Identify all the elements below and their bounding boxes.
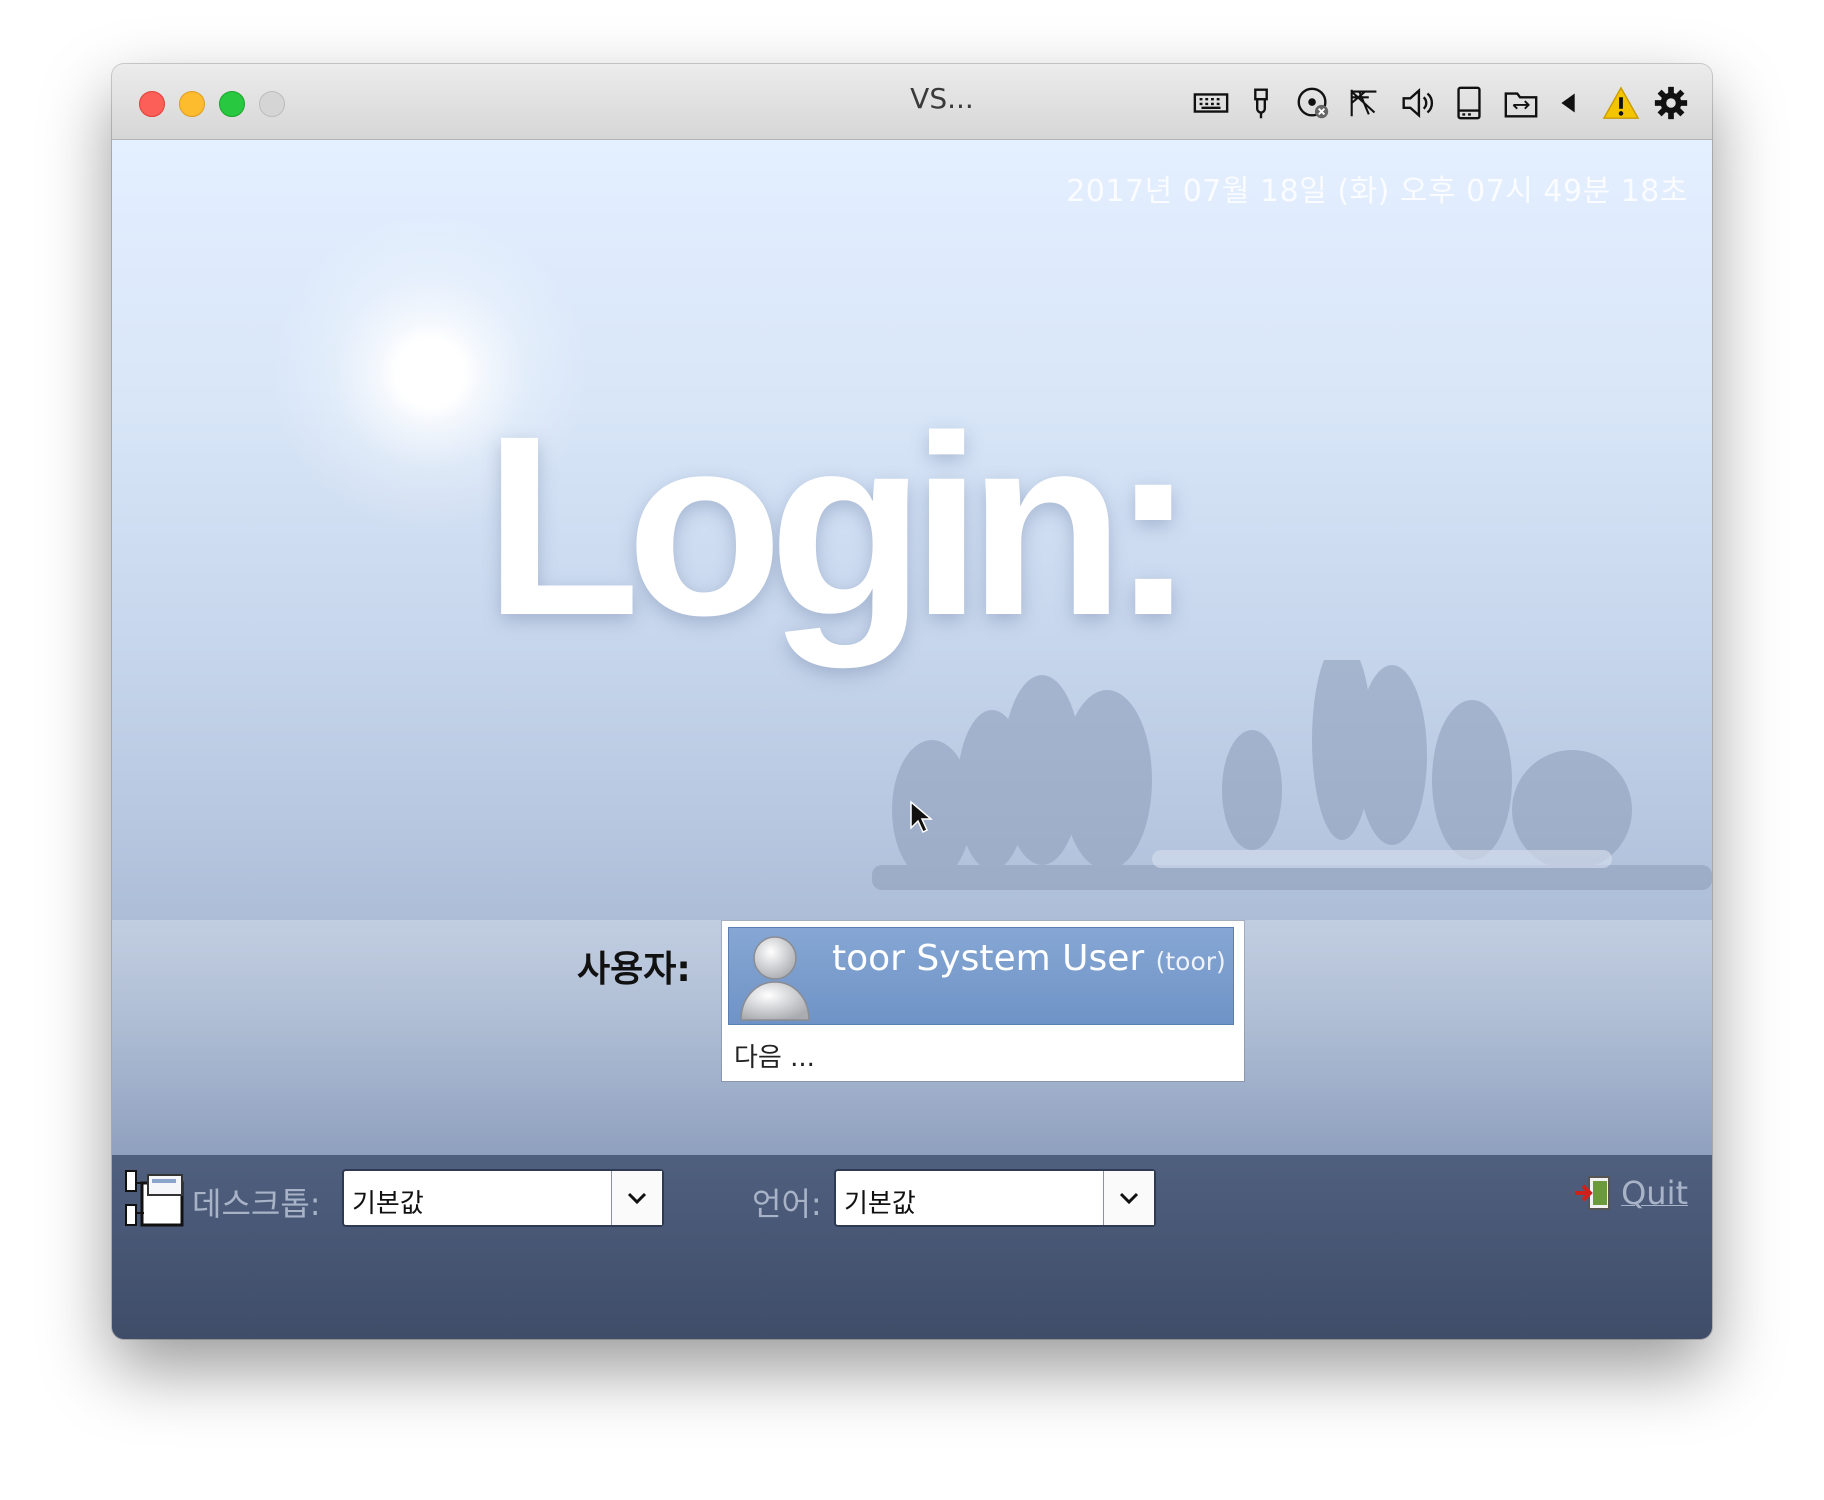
storage-icon[interactable] (1448, 82, 1490, 124)
quit-button[interactable]: Quit (1573, 1173, 1688, 1213)
minimize-button[interactable] (179, 91, 205, 117)
settings-icon[interactable] (1650, 82, 1692, 124)
user-display-name: toor System User (toor) (832, 938, 1226, 979)
user-list[interactable]: toor System User (toor) 다음 ... (722, 921, 1244, 1081)
window-title: VS... (910, 82, 974, 115)
language-select[interactable]: 기본값 (834, 1169, 1156, 1227)
fullscreen-button (259, 91, 285, 117)
optical-disc-icon[interactable] (1292, 82, 1334, 124)
network-icon[interactable] (1344, 82, 1386, 124)
titlebar[interactable]: VS... (112, 64, 1712, 140)
user-label: 사용자: (577, 949, 691, 990)
desktop-session-icon (125, 1170, 184, 1227)
desktop-label: 데스크톱: (192, 1185, 321, 1223)
user-display-name-text: toor System User (832, 938, 1145, 979)
chevron-down-icon (627, 1192, 647, 1205)
vm-window: VS... 2017년 07월 18일 (화) 오후 07시 49분 18초 L… (112, 64, 1712, 1339)
language-dropdown-button[interactable] (1103, 1171, 1154, 1225)
login-screen: 2017년 07월 18일 (화) 오후 07시 49분 18초 Login: … (112, 140, 1712, 1339)
language-select-value: 기본값 (844, 1189, 916, 1219)
shared-folder-icon[interactable] (1500, 82, 1542, 124)
clock-text: 2017년 07월 18일 (화) 오후 07시 49분 18초 (1066, 174, 1688, 209)
arrow-left-icon[interactable] (1548, 82, 1590, 124)
audio-icon[interactable] (1396, 82, 1438, 124)
desktop-select[interactable]: 기본값 (342, 1169, 664, 1227)
user-row-toor[interactable]: toor System User (toor) (728, 927, 1234, 1025)
usb-icon[interactable] (1240, 82, 1282, 124)
zoom-button[interactable] (219, 91, 245, 117)
desktop-dropdown-button[interactable] (611, 1171, 662, 1225)
language-label: 언어: (752, 1185, 822, 1223)
keyboard-icon[interactable] (1190, 82, 1232, 124)
quit-label: Quit (1621, 1174, 1688, 1212)
bottom-bar: 데스크톱: 기본값 언어: 기본값 Quit (112, 1155, 1712, 1339)
other-user-option[interactable]: 다음 ... (734, 1037, 815, 1074)
close-button[interactable] (139, 91, 165, 117)
warning-icon[interactable] (1600, 82, 1642, 124)
desktop-select-value: 기본값 (352, 1189, 424, 1219)
user-login-name: (toor) (1155, 947, 1226, 976)
chevron-down-icon (1119, 1192, 1139, 1205)
user-avatar-icon (740, 936, 810, 1021)
login-heading: Login: (484, 383, 1196, 669)
exit-door-icon (1575, 1176, 1611, 1210)
mouse-cursor-icon (910, 800, 933, 834)
